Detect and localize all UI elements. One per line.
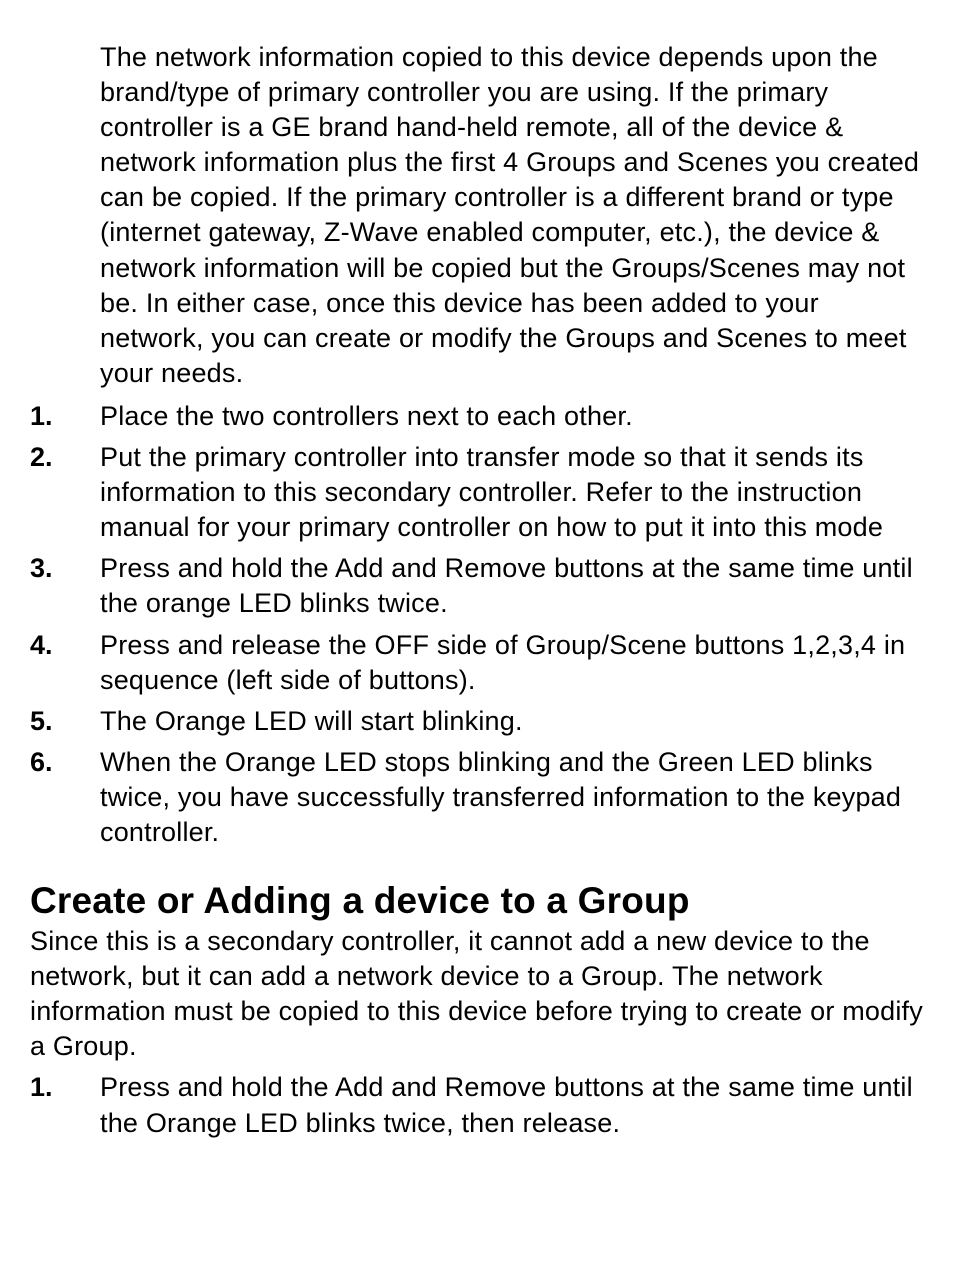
transfer-step-6: When the Orange LED stops blinking and t… <box>30 745 924 850</box>
transfer-step-3: Press and hold the Add and Remove button… <box>30 551 924 621</box>
transfer-step-4: Press and release the OFF side of Group/… <box>30 628 924 698</box>
transfer-step-5: The Orange LED will start blinking. <box>30 704 924 739</box>
transfer-step-2-text: Put the primary controller into transfer… <box>100 440 924 545</box>
intro-paragraph-container: The network information copied to this d… <box>100 40 924 391</box>
transfer-step-2: Put the primary controller into transfer… <box>30 440 924 545</box>
group-steps-list: Press and hold the Add and Remove button… <box>30 1070 924 1140</box>
transfer-step-6-text: When the Orange LED stops blinking and t… <box>100 745 924 850</box>
transfer-step-1: Place the two controllers next to each o… <box>30 399 924 434</box>
transfer-steps-list: Place the two controllers next to each o… <box>30 399 924 850</box>
transfer-step-3-text: Press and hold the Add and Remove button… <box>100 551 924 621</box>
group-step-1-text: Press and hold the Add and Remove button… <box>100 1070 924 1140</box>
transfer-step-5-text: The Orange LED will start blinking. <box>100 704 523 739</box>
transfer-step-1-text: Place the two controllers next to each o… <box>100 399 633 434</box>
group-section-heading: Create or Adding a device to a Group <box>30 880 924 922</box>
intro-paragraph: The network information copied to this d… <box>100 40 924 391</box>
group-section-intro: Since this is a secondary controller, it… <box>30 924 924 1064</box>
transfer-step-4-text: Press and release the OFF side of Group/… <box>100 628 924 698</box>
group-step-1: Press and hold the Add and Remove button… <box>30 1070 924 1140</box>
